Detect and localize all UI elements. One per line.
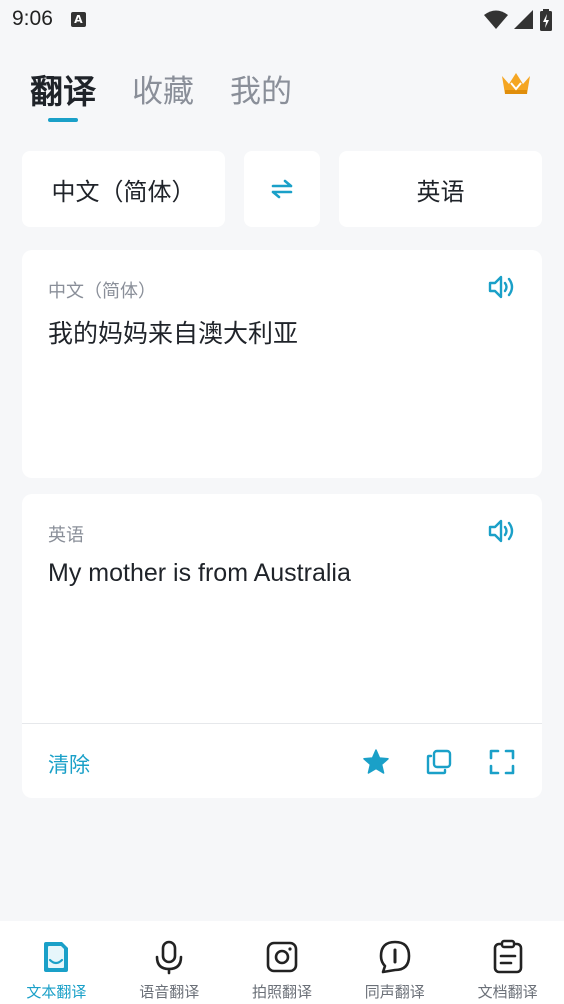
star-icon[interactable]: [362, 748, 390, 776]
camera-icon: [266, 941, 298, 973]
status-bar: 9:06 A: [0, 0, 564, 38]
nav-label: 拍照翻译: [251, 983, 312, 1001]
nav-photo-translate[interactable]: 拍照翻译: [226, 921, 339, 1004]
target-language-button[interactable]: 英语: [339, 151, 542, 227]
source-language-label: 中文（简体）: [48, 281, 156, 302]
active-tab-indicator: [48, 118, 78, 122]
status-icons: [484, 9, 552, 31]
nav-label: 同声翻译: [364, 983, 425, 1001]
speaker-icon[interactable]: [488, 274, 516, 300]
clear-button[interactable]: 清除: [48, 749, 90, 779]
top-tab-bar: 翻译 收藏 我的: [30, 70, 292, 114]
nav-simultaneous-translate[interactable]: 同声翻译: [338, 921, 451, 1004]
status-time: 9:06: [12, 7, 53, 30]
target-language-label: 英语: [48, 525, 84, 546]
bottom-navigation: 文本翻译 语音翻译 拍照翻译 同声翻译 文档翻译: [0, 921, 564, 1004]
battery-icon: [540, 9, 552, 31]
language-selector: 中文（简体） 英语: [22, 151, 542, 227]
microphone-icon: [155, 940, 183, 975]
speaker-icon[interactable]: [488, 518, 516, 544]
nav-document-translate[interactable]: 文档翻译: [451, 921, 564, 1004]
nav-text-translate[interactable]: 文本翻译: [0, 921, 113, 1004]
crown-icon[interactable]: [500, 70, 532, 98]
source-text-card[interactable]: 中文（简体） 我的妈妈来自澳大利亚: [22, 250, 542, 478]
nav-voice-translate[interactable]: 语音翻译: [113, 921, 226, 1004]
document-icon: [44, 942, 69, 972]
notification-icon: A: [70, 11, 86, 27]
swap-icon: [271, 179, 293, 199]
swap-languages-button[interactable]: [244, 151, 320, 227]
tab-mine[interactable]: 我的: [230, 70, 292, 114]
wifi-icon: [484, 10, 508, 29]
translated-text: My mother is from Australia: [48, 559, 351, 587]
signal-icon: [514, 10, 533, 29]
fullscreen-icon[interactable]: [488, 748, 516, 776]
clipboard-icon: [493, 939, 522, 974]
source-text: 我的妈妈来自澳大利亚: [48, 319, 299, 348]
source-language-button[interactable]: 中文（简体）: [22, 151, 225, 227]
tab-favorites[interactable]: 收藏: [132, 70, 194, 114]
copy-icon[interactable]: [425, 748, 453, 776]
translation-result-card: 英语 My mother is from Australia 清除: [22, 494, 542, 798]
nav-label: 语音翻译: [139, 983, 200, 1001]
nav-label: 文档翻译: [477, 983, 538, 1001]
tab-translate[interactable]: 翻译: [30, 70, 96, 114]
chat-bubble-icon: [379, 940, 411, 974]
card-divider: [22, 723, 542, 724]
nav-label: 文本翻译: [26, 983, 87, 1001]
